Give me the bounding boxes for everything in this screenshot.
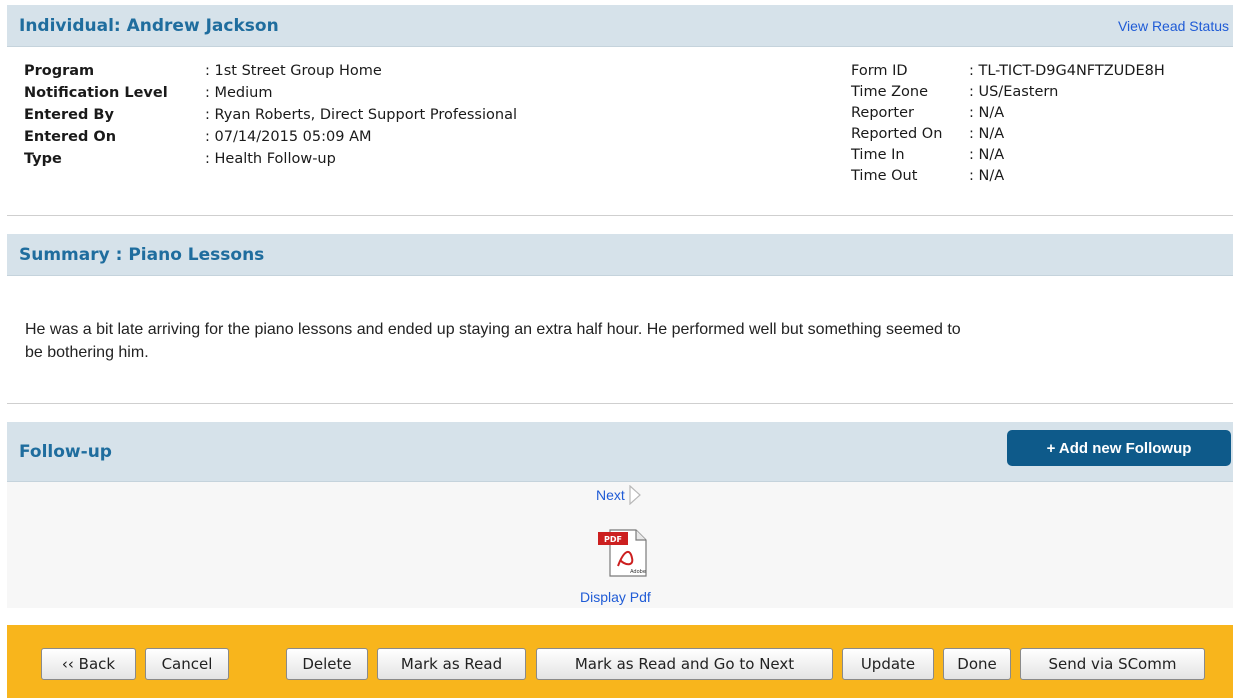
next-link-label: Next xyxy=(596,487,625,503)
time-out-row: Time Out : N/A xyxy=(851,165,1165,186)
individual-header-bar: Individual: Andrew Jackson View Read Sta… xyxy=(7,5,1233,47)
divider xyxy=(7,215,1233,216)
program-label: Program xyxy=(24,63,95,79)
time-in-value: : N/A xyxy=(969,146,1005,163)
form-details-left: Program : 1st Street Group Home Notifica… xyxy=(24,60,517,170)
divider xyxy=(7,403,1233,404)
entered-by-row: Entered By : Ryan Roberts, Direct Suppor… xyxy=(24,104,517,126)
type-row: Type : Health Follow-up xyxy=(24,148,517,170)
pdf-file-icon[interactable]: PDF Adobe xyxy=(596,528,648,578)
time-in-label: Time In xyxy=(851,146,905,163)
program-row: Program : 1st Street Group Home xyxy=(24,60,517,82)
delete-button[interactable]: Delete xyxy=(286,648,368,680)
notification-level-row: Notification Level : Medium xyxy=(24,82,517,104)
form-details-right: Form ID : TL-TICT-D9G4NFTZUDE8H Time Zon… xyxy=(851,60,1165,186)
time-zone-value: : US/Eastern xyxy=(969,83,1059,100)
entered-on-row: Entered On : 07/14/2015 05:09 AM xyxy=(24,126,517,148)
time-zone-label: Time Zone xyxy=(851,83,929,100)
summary-title: Summary : Piano Lessons xyxy=(19,244,265,265)
type-value: : Health Follow-up xyxy=(205,151,336,167)
reporter-label: Reporter xyxy=(851,104,914,121)
summary-text: He was a bit late arriving for the piano… xyxy=(25,321,961,361)
form-id-row: Form ID : TL-TICT-D9G4NFTZUDE8H xyxy=(851,60,1165,81)
pdf-brand-text: Adobe xyxy=(630,569,646,575)
reported-on-label: Reported On xyxy=(851,125,943,142)
entered-by-value: : Ryan Roberts, Direct Support Professio… xyxy=(205,107,517,123)
form-id-value: : TL-TICT-D9G4NFTZUDE8H xyxy=(969,62,1165,79)
done-button[interactable]: Done xyxy=(943,648,1011,680)
send-via-scomm-button[interactable]: Send via SComm xyxy=(1020,648,1205,680)
view-read-status-link[interactable]: View Read Status xyxy=(1118,18,1229,34)
time-zone-row: Time Zone : US/Eastern xyxy=(851,81,1165,102)
reporter-value: : N/A xyxy=(969,104,1005,121)
add-new-followup-button[interactable]: + Add new Followup xyxy=(1007,430,1231,466)
display-pdf-link[interactable]: Display Pdf xyxy=(580,589,651,605)
individual-title: Individual: Andrew Jackson xyxy=(19,15,279,36)
reported-on-row: Reported On : N/A xyxy=(851,123,1165,144)
time-out-value: : N/A xyxy=(969,167,1005,184)
mark-as-read-next-button[interactable]: Mark as Read and Go to Next xyxy=(536,648,833,680)
notification-level-value: : Medium xyxy=(205,85,273,101)
cancel-button[interactable]: Cancel xyxy=(145,648,229,680)
program-value: : 1st Street Group Home xyxy=(205,63,382,79)
time-out-label: Time Out xyxy=(851,167,918,184)
time-in-row: Time In : N/A xyxy=(851,144,1165,165)
followup-title: Follow-up xyxy=(19,442,112,462)
summary-header-bar: Summary : Piano Lessons xyxy=(7,234,1233,276)
chevron-right-icon xyxy=(629,485,641,505)
next-link[interactable]: Next xyxy=(596,485,642,505)
update-button[interactable]: Update xyxy=(842,648,934,680)
mark-as-read-button[interactable]: Mark as Read xyxy=(377,648,526,680)
reported-on-value: : N/A xyxy=(969,125,1005,142)
form-id-label: Form ID xyxy=(851,62,908,79)
notification-level-label: Notification Level xyxy=(24,85,168,101)
entered-by-label: Entered By xyxy=(24,107,114,123)
type-label: Type xyxy=(24,151,62,167)
reporter-row: Reporter : N/A xyxy=(851,102,1165,123)
entered-on-value: : 07/14/2015 05:09 AM xyxy=(205,129,372,145)
pdf-icon-text: PDF xyxy=(604,535,622,544)
entered-on-label: Entered On xyxy=(24,129,117,145)
back-button[interactable]: ‹‹ Back xyxy=(41,648,136,680)
